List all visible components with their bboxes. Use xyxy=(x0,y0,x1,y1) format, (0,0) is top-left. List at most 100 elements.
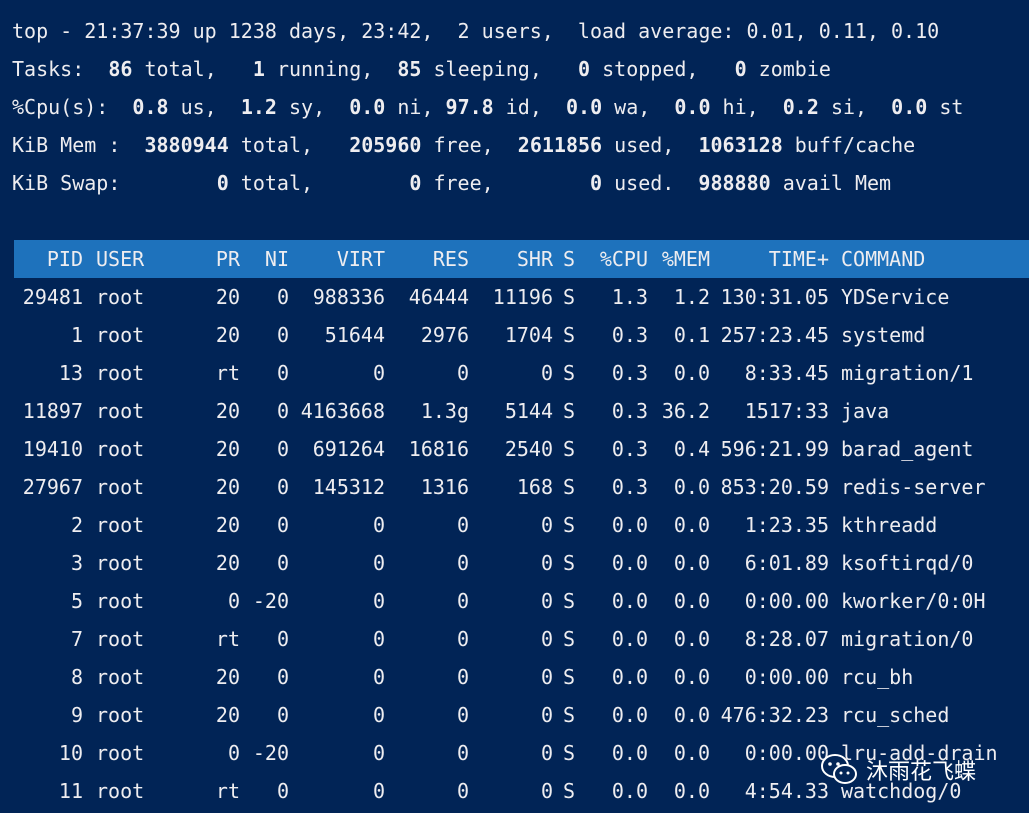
process-row[interactable]: 8 root 20 0 0 0 0 S 0.0 0.0 0:00.00 rcu_bh xyxy=(12,658,1029,696)
cell-pid: 11 xyxy=(58,779,83,803)
cell-command: kthreadd xyxy=(841,513,938,537)
process-row[interactable]: 13 root rt 0 0 0 0 S 0.3 0.0 8:33.45 migration/1 xyxy=(12,354,1029,392)
cell-res: 16816 xyxy=(408,437,469,461)
cell-pid: 13 xyxy=(58,361,83,385)
process-row[interactable]: 7 root rt 0 0 0 0 S 0.0 0.0 8:28.07 migration/0 xyxy=(12,620,1029,658)
header-shr[interactable]: SHR xyxy=(472,240,553,278)
header-cpu[interactable]: %CPU xyxy=(586,240,648,278)
process-row[interactable]: 1 root 20 0 51644 2976 1704 S 0.3 0.1 257:23.45 sys… xyxy=(12,316,1029,354)
header-command[interactable]: COMMAND xyxy=(841,240,1029,278)
cell-res: 0 xyxy=(456,665,469,689)
cell-pr: rt xyxy=(215,779,240,803)
cpu-st: 0.0 xyxy=(891,95,928,119)
cell-pr: 20 xyxy=(215,665,240,689)
cpu-st-label: st xyxy=(939,95,964,119)
cpu-id: 97.8 xyxy=(445,95,494,119)
header-ni[interactable]: NI xyxy=(244,240,289,278)
cell-shr: 0 xyxy=(540,589,553,613)
cpu-hi: 0.0 xyxy=(674,95,711,119)
cell-user: root xyxy=(96,589,145,613)
cell-virt: 691264 xyxy=(312,437,385,461)
wechat-icon xyxy=(820,753,858,787)
cpu-hi-label: hi, xyxy=(722,95,759,119)
cpu-us-label: us, xyxy=(180,95,217,119)
cell-user: root xyxy=(96,551,145,575)
cpu-sy-label: sy, xyxy=(288,95,326,119)
cell-ni: 0 xyxy=(276,361,289,385)
cell-res: 0 xyxy=(456,779,469,803)
cell-command: rcu_bh xyxy=(841,665,914,689)
header-s[interactable]: S xyxy=(563,240,583,278)
cell-shr: 0 xyxy=(540,627,553,651)
cell-res: 0 xyxy=(456,361,469,385)
cell-cpu: 0.3 xyxy=(611,323,648,347)
cell-time: 8:33.45 xyxy=(744,361,829,385)
cell-time: 1:23.35 xyxy=(744,513,829,537)
header-mem[interactable]: %MEM xyxy=(650,240,710,278)
cell-command: migration/0 xyxy=(841,627,974,651)
cell-state: S xyxy=(563,437,576,461)
process-row[interactable]: 2 root 20 0 0 0 0 S 0.0 0.0 1:23.35 kthreadd xyxy=(12,506,1029,544)
cpu-id-label: id, xyxy=(505,95,542,119)
cell-time: 596:21.99 xyxy=(720,437,829,461)
cell-pid: 11897 xyxy=(22,399,83,423)
swap-avail: 988880 xyxy=(698,171,771,195)
cpu-sy: 1.2 xyxy=(240,95,277,119)
swap-total-label: total, xyxy=(240,171,314,195)
cell-pr: rt xyxy=(215,627,240,651)
process-row[interactable]: 5 root 0 -20 0 0 0 S 0.0 0.0 0:00.00 kworker/0:0H xyxy=(12,582,1029,620)
cell-state: S xyxy=(563,741,576,765)
cell-mem: 0.0 xyxy=(673,741,710,765)
header-pr[interactable]: PR xyxy=(192,240,240,278)
process-row[interactable]: 9 root 20 0 0 0 0 S 0.0 0.0 476:32.23 rcu_sched xyxy=(12,696,1029,734)
header-res[interactable]: RES xyxy=(388,240,469,278)
terminal-window[interactable]: top - 21:37:39 up 1238 days, 23:42, 2 us… xyxy=(0,0,1029,813)
mem-total: 3880944 xyxy=(144,133,229,157)
swap-free-label: free, xyxy=(433,171,494,195)
header-user[interactable]: USER xyxy=(96,240,196,278)
cell-virt: 0 xyxy=(372,665,385,689)
swap-used-label: used. xyxy=(614,171,675,195)
cell-user: root xyxy=(96,627,145,651)
process-row[interactable]: 3 root 20 0 0 0 0 S 0.0 0.0 6:01.89 ksoftirqd/0 xyxy=(12,544,1029,582)
cell-pid: 19410 xyxy=(22,437,83,461)
cell-state: S xyxy=(563,361,576,385)
cell-pr: 20 xyxy=(215,513,240,537)
cell-cpu: 0.0 xyxy=(611,741,648,765)
header-virt[interactable]: VIRT xyxy=(292,240,385,278)
cell-cpu: 0.3 xyxy=(611,475,648,499)
cell-pid: 27967 xyxy=(22,475,83,499)
cell-mem: 0.0 xyxy=(673,779,710,803)
mem-label: KiB Mem : xyxy=(12,133,121,157)
cell-user: root xyxy=(96,437,145,461)
cell-user: root xyxy=(96,285,145,309)
cell-state: S xyxy=(563,323,576,347)
cell-time: 0:00.00 xyxy=(744,741,829,765)
process-row[interactable]: 27967 root 20 0 145312 1316 168 S 0.3 0.0 853:20.5… xyxy=(12,468,1029,506)
process-row[interactable]: 19410 root 20 0 691264 16816 2540 S 0.3 0.4 596:21… xyxy=(12,430,1029,468)
cell-pid: 3 xyxy=(70,551,83,575)
cell-user: root xyxy=(96,361,145,385)
cell-pr: rt xyxy=(215,361,240,385)
cell-pr: 20 xyxy=(215,323,240,347)
process-row[interactable]: 11897 root 20 0 4163668 1.3g 5144 S 0.3 36.2 1517:… xyxy=(12,392,1029,430)
cell-command: java xyxy=(841,399,890,423)
cell-pid: 1 xyxy=(70,323,83,347)
header-pid[interactable]: PID xyxy=(12,240,83,278)
cell-res: 2976 xyxy=(420,323,469,347)
cell-state: S xyxy=(563,703,576,727)
cell-user: root xyxy=(96,779,145,803)
cell-pr: 20 xyxy=(215,437,240,461)
cell-mem: 0.0 xyxy=(673,551,710,575)
cell-cpu: 0.0 xyxy=(611,779,648,803)
mem-free: 205960 xyxy=(349,133,422,157)
cell-res: 0 xyxy=(456,627,469,651)
swap-total: 0 xyxy=(216,171,229,195)
cell-state: S xyxy=(563,589,576,613)
cell-shr: 1704 xyxy=(504,323,553,347)
cell-cpu: 0.3 xyxy=(611,361,648,385)
mem-line: KiB Mem : 3880944 total, 205960 free, 26… xyxy=(12,126,915,164)
process-row[interactable]: 29481 root 20 0 988336 46444 11196 S 1.3 1.2 130:3… xyxy=(12,278,1029,316)
header-time[interactable]: TIME+ xyxy=(712,240,829,278)
cell-pid: 2 xyxy=(70,513,83,537)
